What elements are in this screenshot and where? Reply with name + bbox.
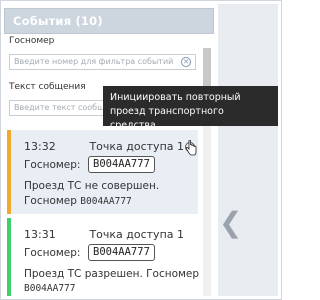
event-plate-badge: В004АА777 [88,244,155,261]
event-card[interactable]: 13:32 Точка доступа 1 Госномер: В004АА77… [7,130,198,214]
side-panel [218,4,278,296]
hand-cursor-icon [185,140,197,156]
event-status-bar [7,218,11,296]
plate-filter-label: Госномер [9,36,55,46]
event-plate-label: Госномер: [24,247,81,259]
event-plate-label: Госномер: [24,159,81,171]
event-time: 13:32 [24,140,56,153]
event-message-line2: Госномер В004АА777 [24,195,132,207]
event-message: Проезд ТС не совершен. [24,180,160,192]
collapse-panel-icon[interactable]: ❮ [219,208,242,238]
event-access-point: Точка доступа 1 [89,140,184,153]
panel-header: События (10) [4,8,214,34]
message-filter-label: Текст собщения [9,82,86,92]
plate-filter-placeholder: Введите номер для фильтра событий [14,57,174,66]
event-access-point: Точка доступа 1 [89,228,184,241]
event-plate-badge: В004АА777 [88,156,155,173]
event-status-bar [7,130,11,214]
event-message-plate-label: Госномер [24,195,81,207]
event-message: Проезд ТС разрешен. Госномер [24,268,200,280]
retry-tooltip: Инициировать повторный проезд транспортн… [103,86,278,131]
events-panel: События (10) Госномер Введите номер для … [4,4,214,296]
event-time: 13:31 [24,228,56,241]
event-message-plate: В004АА777 [80,196,132,207]
panel-title: События (10) [13,14,103,28]
plate-filter-input[interactable]: Введите номер для фильтра событий ✕ [9,54,196,70]
event-card[interactable]: 13:31 Точка доступа 1 Госномер: В004АА77… [7,218,200,296]
clear-plate-filter-button[interactable]: ✕ [181,57,191,67]
event-message-plate: В004АА777 [24,283,76,294]
